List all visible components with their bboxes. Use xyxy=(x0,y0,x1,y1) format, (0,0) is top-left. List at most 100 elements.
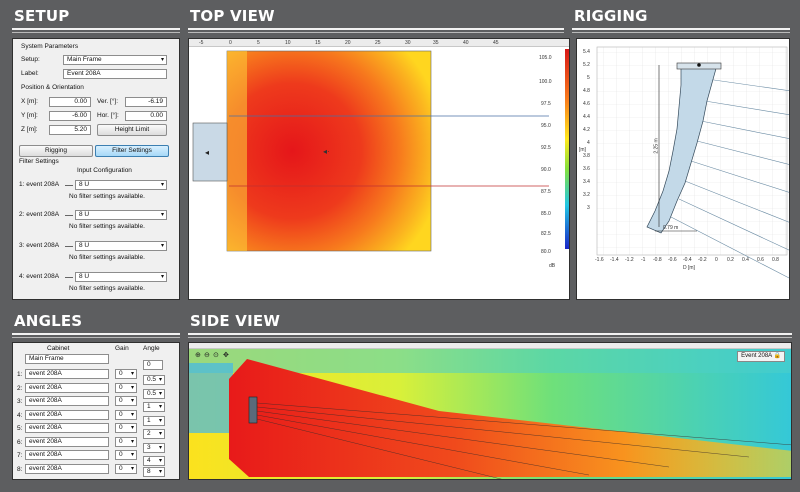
chevron-down-icon: ▾ xyxy=(160,182,164,188)
filter-connector-line xyxy=(65,277,73,278)
top-view-coverage-map[interactable]: ◂ ◂· xyxy=(189,47,570,300)
setup-heading-rule xyxy=(12,28,180,33)
side-view-coverage-map[interactable]: ⊕ ⊖ ⊙ ✥ xyxy=(189,349,792,480)
gain-select[interactable]: 0 ▾ xyxy=(115,396,137,406)
chevron-down-icon: ▾ xyxy=(160,57,164,63)
gain-select[interactable]: 0 ▾ xyxy=(115,463,137,474)
dimension-width-label: 0.79 m xyxy=(663,225,679,231)
input-configuration-label: Input Configuration xyxy=(77,167,132,174)
filter-config-select[interactable]: 8 U ▾ xyxy=(75,210,167,220)
cabinet-field[interactable]: event 208A xyxy=(25,369,109,379)
setup-select[interactable]: Main Frame ▾ xyxy=(63,55,167,65)
setup-label: Setup: xyxy=(21,56,40,63)
row-number: 1: xyxy=(17,371,23,378)
cabinet-field[interactable]: event 208A xyxy=(25,450,109,460)
rigging-tab[interactable]: Rigging xyxy=(19,145,93,157)
gain-select[interactable]: 0 ▾ xyxy=(115,369,137,379)
z-input[interactable]: 5.20 xyxy=(49,125,91,135)
side-view-badge[interactable]: Event 208A 🔒 xyxy=(737,351,785,362)
ver-input[interactable]: -6.19 xyxy=(125,97,167,107)
hor-label: Hor. [°]: xyxy=(97,112,119,119)
filter-connector-line xyxy=(65,185,73,186)
angle-row: 5: event 208A 0 ▾ 2 ▾ xyxy=(15,422,179,439)
pan-icon[interactable]: ✥ xyxy=(223,351,229,359)
side-view-speaker[interactable] xyxy=(248,396,258,424)
angle-row: 6: event 208A 0 ▾ 3 ▾ xyxy=(15,436,179,453)
top-view-heading-rule xyxy=(188,28,564,33)
row-number: 5: xyxy=(17,425,23,432)
y-tick: 5 xyxy=(587,75,590,81)
angles-panel: Cabinet Gain Angle Main Frame 0 1: event… xyxy=(12,342,180,480)
chevron-down-icon: ▾ xyxy=(130,384,134,391)
top-view-heading: TOP VIEW xyxy=(190,7,275,25)
y-label: Y [m]: xyxy=(21,112,38,119)
gain-select[interactable]: 0 ▾ xyxy=(115,450,137,460)
gain-value: 0 xyxy=(119,383,123,391)
cabinet-field[interactable]: event 208A xyxy=(25,423,109,433)
y-tick: 4.8 xyxy=(583,88,590,94)
zoom-fit-icon[interactable]: ⊙ xyxy=(213,352,219,359)
gain-column-header: Gain xyxy=(115,345,129,352)
x-input[interactable]: 0.00 xyxy=(49,97,91,107)
filter-row: 2: event 208A 8 U ▾ No filter settings av… xyxy=(19,209,175,233)
angle-row: 4: event 208A 0 ▾ 1 ▾ xyxy=(15,409,179,426)
position-orientation-label: Position & Orientation xyxy=(21,84,84,91)
gain-value: 0 xyxy=(119,410,123,418)
hor-input[interactable]: 0.00 xyxy=(125,111,167,121)
row-number: 8: xyxy=(17,465,23,473)
y-input[interactable]: -6.00 xyxy=(49,111,91,121)
y-tick: 3 xyxy=(587,205,590,211)
row-number: 6: xyxy=(17,438,23,446)
cabinet-field[interactable]: event 208A xyxy=(25,436,109,447)
gain-select[interactable]: 0 ▾ xyxy=(115,436,137,447)
zoom-out-icon[interactable]: ⊖ xyxy=(204,352,210,359)
rigging-x-ticks: -1.6 -1.4 -1.2 -1 -0.8 -0.6 -0.4 -0.2 0 … xyxy=(595,257,789,265)
y-tick: 4 xyxy=(587,140,590,146)
ruler-tick-label: 35 xyxy=(433,40,439,46)
filter-config-select[interactable]: 8 U ▾ xyxy=(75,241,167,251)
angles-heading-rule xyxy=(12,333,180,338)
ruler-tick-label: 0 xyxy=(229,40,232,46)
coverage-edge-left xyxy=(227,51,247,251)
filter-row: 3: event 208A 8 U ▾ No filter settings av… xyxy=(19,240,175,264)
ruler-tick-label: 45 xyxy=(493,40,499,46)
zoom-in-icon[interactable]: ⊕ xyxy=(195,352,201,359)
speaker-block[interactable] xyxy=(192,122,228,182)
label-input[interactable]: Event 208A xyxy=(63,69,167,79)
filter-settings-tab[interactable]: Filter Settings xyxy=(95,145,169,157)
angle-select[interactable]: 8 ▾ xyxy=(143,466,165,477)
chevron-down-icon: ▾ xyxy=(160,212,164,218)
filter-config-value: 8 U xyxy=(79,242,90,249)
angle-row: 3: event 208A 0 ▾ 1 ▾ xyxy=(15,395,179,412)
x-label: X [m]: xyxy=(21,98,38,105)
filter-config-select[interactable]: 8 U ▾ xyxy=(75,272,167,282)
cabinet-column-header: Cabinet xyxy=(47,345,70,352)
ruler-tick-label: 30 xyxy=(405,40,411,46)
rigging-point[interactable] xyxy=(697,63,701,67)
y-tick: 5.4 xyxy=(583,49,590,55)
scale-label: 85.0 xyxy=(541,211,551,217)
gain-select[interactable]: 0 ▾ xyxy=(115,409,137,420)
cabinet-field[interactable]: event 208A xyxy=(25,409,109,420)
label-label: Label: xyxy=(21,70,39,77)
x-tick: 0 xyxy=(715,257,718,263)
ruler-tick-label: 20 xyxy=(345,40,351,46)
frame-name-field: Main Frame xyxy=(25,354,109,364)
filter-row-label: 1: event 208A xyxy=(19,181,60,188)
chevron-down-icon: ▾ xyxy=(130,465,134,472)
y-tick: 3.4 xyxy=(583,179,590,185)
scale-label: 95.0 xyxy=(541,123,551,129)
cabinet-field[interactable]: event 208A xyxy=(25,463,109,474)
gain-select[interactable]: 0 ▾ xyxy=(115,423,137,433)
cabinet-field[interactable]: event 208A xyxy=(25,396,109,406)
filter-row-label: 2: event 208A xyxy=(19,211,60,218)
height-limit-button[interactable]: Height Limit xyxy=(97,124,167,136)
filter-config-select[interactable]: 8 U ▾ xyxy=(75,180,167,190)
scale-label: 90.0 xyxy=(541,167,551,173)
cabinet-field[interactable]: event 208A xyxy=(25,382,109,393)
gain-value: 0 xyxy=(119,437,123,445)
angles-rows: 1: event 208A 0 ▾ 0.5 ▾ 2: event 208A 0 ▾ 0… xyxy=(15,368,179,479)
chevron-down-icon: ▾ xyxy=(130,371,134,377)
gain-select[interactable]: 0 ▾ xyxy=(115,382,137,393)
y-tick: 3.8 xyxy=(583,153,590,159)
